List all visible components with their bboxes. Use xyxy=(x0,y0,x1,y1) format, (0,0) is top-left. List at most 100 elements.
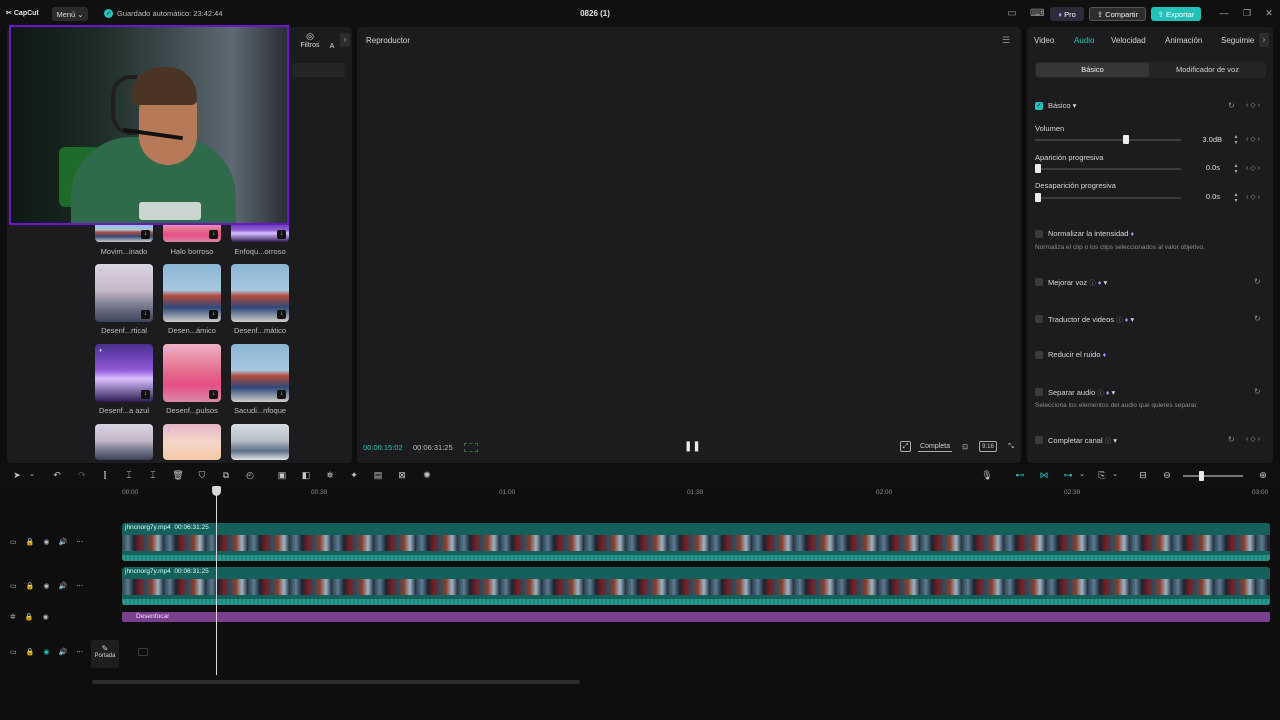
caret-down-icon[interactable]: ▾ xyxy=(1111,388,1115,397)
playhead[interactable] xyxy=(216,487,217,675)
chevron-down-icon[interactable]: ⌄ xyxy=(1108,470,1122,478)
cover-button[interactable]: ✎ Portada xyxy=(91,640,119,668)
info-icon[interactable]: ⓘ xyxy=(1089,280,1096,287)
effect-thumb-8[interactable]: ♦ ↓ xyxy=(163,344,221,402)
more-icon[interactable]: ⋯ xyxy=(76,648,83,656)
pause-icon[interactable]: ❚❚ xyxy=(684,441,701,452)
shield-icon[interactable]: ⛉ xyxy=(195,470,209,481)
eye-icon[interactable]: ◉ xyxy=(43,613,49,621)
snap-icon[interactable]: ⊶ xyxy=(1061,470,1075,481)
eye-icon[interactable]: ◉ xyxy=(43,538,49,546)
tab-audio[interactable]: Audio xyxy=(1074,36,1094,45)
keyframe-diamond-icon[interactable]: ‹ ◇ › xyxy=(1246,193,1260,201)
tab-a[interactable]: A xyxy=(329,43,335,50)
keyboard-icon[interactable]: ⌨ xyxy=(1030,8,1044,20)
download-icon[interactable]: ↓ xyxy=(209,390,218,399)
download-icon[interactable]: ↓ xyxy=(141,390,150,399)
reset-icon[interactable]: ↻ xyxy=(1254,277,1261,286)
crop-icon[interactable]: ⤢ xyxy=(900,441,911,452)
crop-icon[interactable]: ⧉ xyxy=(219,470,233,481)
subtab-basico[interactable]: Básico xyxy=(1036,63,1149,77)
split-icon[interactable]: ⫿ xyxy=(98,470,112,481)
track-cover-icon[interactable]: ▭ xyxy=(10,538,17,546)
effect-thumb-6[interactable]: ↓ xyxy=(231,264,289,322)
speaker-icon[interactable]: 🔊 xyxy=(58,648,67,656)
split-left-icon[interactable]: ⌶ xyxy=(122,470,136,481)
ratio-button[interactable]: 9:16 xyxy=(979,441,997,452)
keyframe-diamond-icon[interactable]: ‹ ◇ › xyxy=(1246,164,1260,172)
reset-icon[interactable]: ↻ xyxy=(1228,435,1235,444)
chevron-down-icon[interactable]: ⌄ xyxy=(25,470,39,478)
close-icon[interactable]: ✕ xyxy=(1263,8,1275,19)
normalize-checkbox[interactable] xyxy=(1035,230,1043,238)
more-icon[interactable]: ⋯ xyxy=(76,538,83,546)
fade-out-slider-handle[interactable] xyxy=(1035,193,1041,202)
track-cover-icon[interactable]: ▭ xyxy=(10,648,17,656)
keyframe-diamond-icon[interactable]: ‹ ◇ › xyxy=(1246,101,1260,109)
track-cover-icon[interactable]: ▭ xyxy=(10,582,17,590)
hamburger-icon[interactable]: ☰ xyxy=(1002,35,1010,46)
lock-icon[interactable]: 🔒 xyxy=(25,613,34,621)
eye-icon[interactable]: ◉ xyxy=(43,582,49,590)
info-icon[interactable]: ⓘ xyxy=(1105,438,1112,445)
layout-icon[interactable]: ▭ xyxy=(1005,8,1019,20)
timeline-horizontal-scrollbar[interactable] xyxy=(92,680,580,684)
video-clip-2[interactable]: jhncnorg7y.mp4 00:06:31:25 xyxy=(122,567,1270,605)
microphone-icon[interactable]: 🎙 xyxy=(980,470,994,481)
keyframe-diamond-icon[interactable]: ‹ ◇ › xyxy=(1246,435,1260,443)
more-icon[interactable]: ⋯ xyxy=(76,582,83,590)
subtab-modificador-voz[interactable]: Modificador de voz xyxy=(1150,63,1265,77)
menu-button[interactable]: Menú ⌄ xyxy=(52,7,88,21)
translator-checkbox[interactable] xyxy=(1035,315,1043,323)
zoom-slider-handle[interactable] xyxy=(1199,471,1204,481)
zoom-slider[interactable] xyxy=(1183,475,1243,477)
undo-icon[interactable]: ↶ xyxy=(50,470,64,481)
download-icon[interactable]: ↓ xyxy=(277,390,286,399)
volume-slider-handle[interactable] xyxy=(1122,135,1129,144)
maximize-icon[interactable]: ❐ xyxy=(1241,8,1253,19)
noise-reduction-checkbox[interactable] xyxy=(1035,351,1043,359)
effect-thumb-10[interactable]: ♦ xyxy=(95,424,153,460)
stepper-icon[interactable]: ▴ ▾ xyxy=(1232,134,1240,146)
export-button[interactable]: ⇧ Exportar xyxy=(1151,7,1201,21)
download-icon[interactable]: ↓ xyxy=(209,230,218,239)
effect-thumb-7[interactable]: ♦ ↓ xyxy=(95,344,153,402)
download-icon[interactable]: ↓ xyxy=(277,230,286,239)
chevron-down-icon[interactable]: ⌄ xyxy=(1075,470,1089,478)
video-clip-1[interactable]: jhncnorg7y.mp4 00:06:31:25 xyxy=(122,523,1270,561)
captions-icon[interactable]: ▤ xyxy=(371,470,385,481)
tab-velocidad[interactable]: Velocidad xyxy=(1111,36,1146,45)
tabs-next-arrow-icon[interactable]: › xyxy=(340,33,350,47)
lock-icon[interactable]: 🔒 xyxy=(26,538,35,546)
effect-thumb-12[interactable] xyxy=(231,424,289,460)
fade-out-slider[interactable] xyxy=(1035,197,1181,199)
separate-audio-checkbox[interactable] xyxy=(1035,388,1043,396)
preview-axis-icon[interactable]: ⎘ xyxy=(1095,470,1109,481)
link-clips-icon[interactable]: ⊷ xyxy=(1013,470,1027,481)
fade-out-value[interactable]: 0.0s xyxy=(1192,190,1220,204)
keyframe-diamond-icon[interactable]: ‹ ◇ › xyxy=(1246,135,1260,143)
effects-search-field[interactable] xyxy=(292,63,345,77)
magic-wand-icon[interactable]: ✦ xyxy=(347,470,361,481)
stepper-icon[interactable]: ▴ ▾ xyxy=(1232,192,1240,204)
reframe-icon[interactable]: ⊠ xyxy=(395,470,409,481)
basico-section-label[interactable]: Básico ▾ xyxy=(1048,101,1076,110)
fit-timeline-icon[interactable]: ⊟ xyxy=(1136,470,1150,481)
delete-icon[interactable]: 🗑 xyxy=(171,470,185,481)
info-icon[interactable]: ⓘ xyxy=(1097,390,1104,397)
caret-down-icon[interactable]: ▾ xyxy=(1130,315,1134,324)
stepper-icon[interactable]: ▴ ▾ xyxy=(1232,163,1240,175)
caret-down-icon[interactable]: ▾ xyxy=(1104,278,1108,287)
screenshot-icon[interactable]: ⊡ xyxy=(959,441,971,452)
tab-video[interactable]: Video xyxy=(1034,36,1054,45)
fade-in-value[interactable]: 0.0s xyxy=(1192,161,1220,175)
redo-icon[interactable]: ↷ xyxy=(75,470,89,481)
fullscreen-icon[interactable]: ⤡ xyxy=(1005,441,1017,452)
download-icon[interactable]: ↓ xyxy=(209,310,218,319)
freeze-icon[interactable]: ▣ xyxy=(275,470,289,481)
quality-select[interactable]: Completa xyxy=(918,441,952,452)
info-icon[interactable]: ⓘ xyxy=(1116,317,1123,324)
enhance-voice-checkbox[interactable] xyxy=(1035,278,1043,286)
split-right-icon[interactable]: ⌶ xyxy=(146,470,160,481)
remove-background-icon[interactable]: ⛯ xyxy=(323,470,337,481)
